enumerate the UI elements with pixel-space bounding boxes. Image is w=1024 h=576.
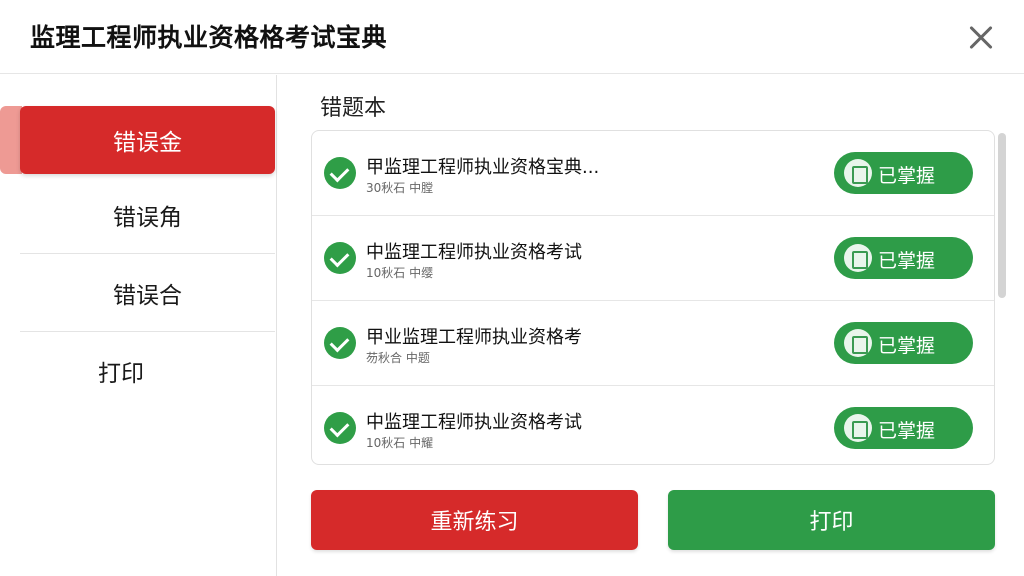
item-title: 甲业监理工程师执业资格考 bbox=[366, 327, 582, 348]
sidebar-item-errors-angle[interactable]: 错误角 bbox=[20, 176, 275, 254]
clipboard-icon bbox=[844, 414, 872, 442]
mastered-button[interactable]: 已掌握 bbox=[834, 152, 973, 194]
sidebar-item-label: 错误金 bbox=[113, 130, 182, 156]
item-meta: 芴秋合 中题 bbox=[366, 351, 430, 365]
wrong-question-list: 甲监理工程师执业资格宝典... 30秋石 中膛 已掌握 中监理工程师执业资格考试… bbox=[311, 130, 995, 465]
mastered-label: 已掌握 bbox=[878, 420, 936, 442]
section-title: 错题本 bbox=[320, 96, 387, 121]
mastered-label: 已掌握 bbox=[878, 165, 936, 187]
item-title: 中监理工程师执业资格考试 bbox=[366, 242, 582, 263]
sidebar-item-label: 打印 bbox=[98, 361, 144, 387]
item-meta: 30秋石 中膛 bbox=[366, 181, 434, 195]
clipboard-icon bbox=[844, 329, 872, 357]
check-circle-icon bbox=[324, 242, 356, 274]
item-title: 中监理工程师执业资格考试 bbox=[366, 412, 582, 433]
check-circle-icon bbox=[324, 412, 356, 444]
item-title: 甲监理工程师执业资格宝典... bbox=[366, 157, 600, 178]
mastered-button[interactable]: 已掌握 bbox=[834, 407, 973, 449]
retry-button[interactable]: 重新练习 bbox=[311, 490, 638, 550]
clipboard-icon bbox=[844, 244, 872, 272]
check-circle-icon bbox=[324, 327, 356, 359]
sidebar-item-print[interactable]: 打印 bbox=[20, 332, 275, 410]
list-item[interactable]: 甲业监理工程师执业资格考 芴秋合 中题 已掌握 bbox=[312, 301, 994, 386]
sidebar-item-errors-gold[interactable]: 错误金 bbox=[20, 106, 275, 174]
close-icon[interactable] bbox=[962, 18, 1000, 56]
check-circle-icon bbox=[324, 157, 356, 189]
list-item[interactable]: 中监理工程师执业资格考试 10秋石 中耀 已掌握 bbox=[312, 386, 994, 464]
sidebar: 错误金 错误角 错误合 打印 bbox=[0, 75, 277, 576]
list-item[interactable]: 中监理工程师执业资格考试 10秋石 中缨 已掌握 bbox=[312, 216, 994, 301]
window-title: 监理工程师执业资格格考试宝典 bbox=[30, 23, 388, 52]
item-meta: 10秋石 中缨 bbox=[366, 266, 434, 280]
sidebar-item-label: 错误角 bbox=[113, 204, 182, 231]
list-item[interactable]: 甲监理工程师执业资格宝典... 30秋石 中膛 已掌握 bbox=[312, 131, 994, 216]
sidebar-item-errors-combined[interactable]: 错误合 bbox=[20, 254, 275, 332]
mastered-label: 已掌握 bbox=[878, 250, 936, 272]
mastered-label: 已掌握 bbox=[878, 335, 936, 357]
print-button[interactable]: 打印 bbox=[668, 490, 995, 550]
mastered-button[interactable]: 已掌握 bbox=[834, 237, 973, 279]
title-bar: 监理工程师执业资格格考试宝典 bbox=[0, 0, 1024, 74]
list-scrollbar[interactable] bbox=[998, 133, 1006, 298]
sidebar-item-label: 错误合 bbox=[113, 282, 182, 309]
mastered-button[interactable]: 已掌握 bbox=[834, 322, 973, 364]
active-tab-marker bbox=[0, 106, 22, 174]
clipboard-icon bbox=[844, 159, 872, 187]
item-meta: 10秋石 中耀 bbox=[366, 436, 434, 450]
